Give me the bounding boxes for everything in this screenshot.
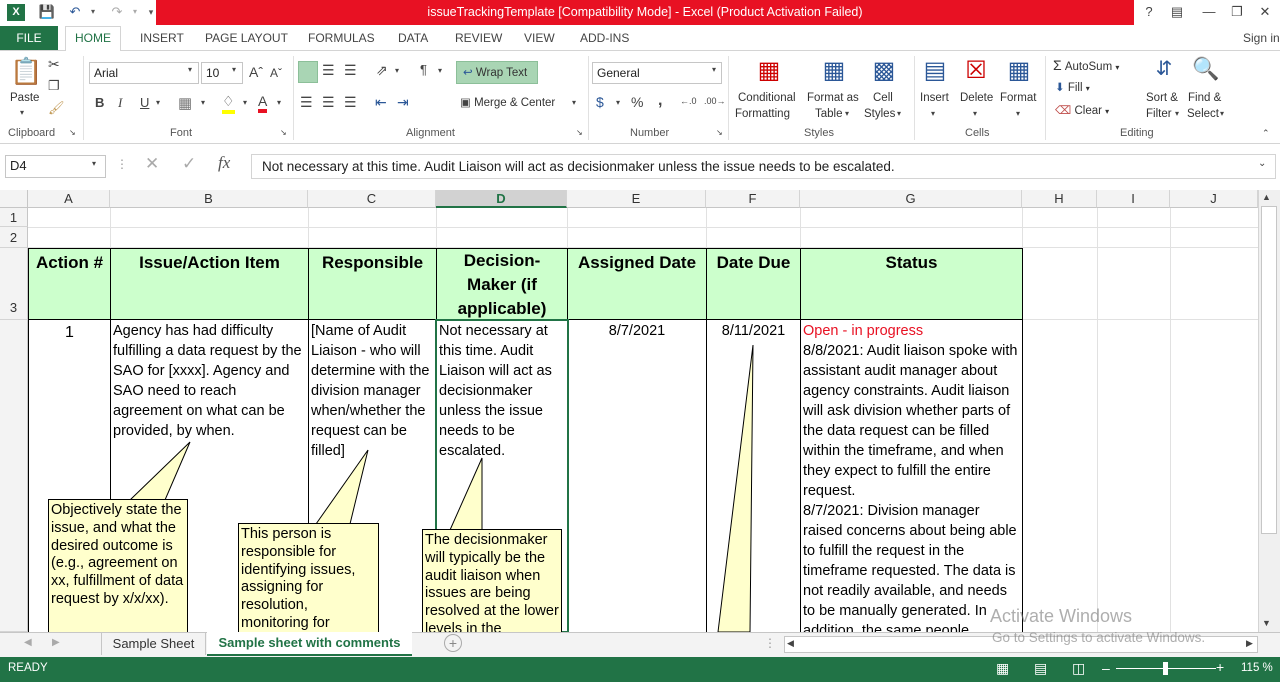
- status-ready: READY: [8, 662, 48, 674]
- status-bar: [0, 657, 1280, 682]
- activation-watermark-title: Activate Windows: [990, 606, 1133, 626]
- scroll-right-icon[interactable]: ▶: [1246, 638, 1253, 649]
- scroll-down-icon[interactable]: ▼: [1262, 618, 1271, 628]
- sheet-tab-sample-sheet[interactable]: Sample Sheet: [101, 633, 206, 655]
- activation-watermark-subtitle: Go to Settings to activate Windows.: [992, 630, 1206, 645]
- scroll-left-icon[interactable]: ◀: [787, 638, 794, 649]
- scroll-up-icon[interactable]: ▲: [1262, 192, 1271, 202]
- zoom-in-icon[interactable]: +: [1216, 659, 1224, 675]
- pointer-decision: [449, 457, 483, 531]
- next-sheet-icon[interactable]: ▶: [52, 637, 60, 648]
- splitter-icon[interactable]: ⋮: [764, 636, 776, 650]
- pointer-responsible: [315, 449, 369, 525]
- callout-issue[interactable]: Objectively state the issue, and what th…: [48, 499, 188, 632]
- zoom-level[interactable]: 115 %: [1241, 662, 1273, 674]
- vertical-scroll-thumb[interactable]: [1261, 206, 1277, 534]
- callout-decision[interactable]: The decisionmaker will typically be the …: [422, 529, 562, 632]
- page-break-view-icon[interactable]: ◫: [1072, 660, 1085, 677]
- callout-pointers: [128, 344, 754, 633]
- pointer-issue: [128, 441, 191, 501]
- normal-view-icon[interactable]: ▦: [996, 660, 1009, 677]
- tab-home[interactable]: HOME: [65, 26, 121, 51]
- page-layout-view-icon[interactable]: ▤: [1034, 660, 1047, 677]
- callout-responsible[interactable]: This person is responsible for identifyi…: [238, 523, 379, 632]
- sheet-tab-sample-with-comments[interactable]: Sample sheet with comments: [207, 632, 412, 656]
- zoom-slider-thumb[interactable]: [1163, 662, 1168, 675]
- prev-sheet-icon[interactable]: ◀: [24, 637, 32, 648]
- pointer-date-due: [717, 344, 754, 633]
- zoom-out-icon[interactable]: –: [1102, 660, 1110, 676]
- new-sheet-icon[interactable]: +: [444, 634, 462, 652]
